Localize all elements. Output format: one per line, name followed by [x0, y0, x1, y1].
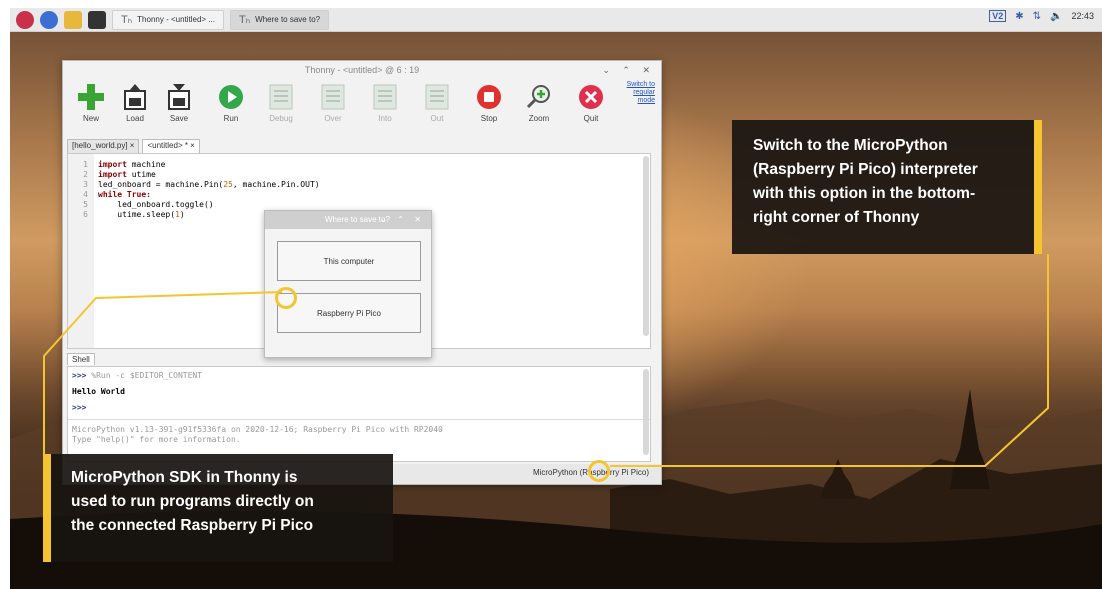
- thonny-icon: Tₕ: [239, 14, 251, 26]
- highlight-ring-pico-option: [275, 287, 297, 309]
- dialog-controls[interactable]: ⌄ ⌃ ✕: [380, 211, 425, 229]
- this-computer-button[interactable]: This computer: [277, 241, 421, 281]
- code-line: 2 import utime: [83, 170, 156, 179]
- raspberry-pi-pico-button[interactable]: Raspberry Pi Pico: [277, 293, 421, 333]
- dialog-title-bar: Where to save to? ⌄ ⌃ ✕: [265, 211, 431, 229]
- thonny-icon: Tₕ: [121, 14, 133, 26]
- taskbar-item-save-dialog[interactable]: Tₕ Where to save to?: [230, 9, 330, 30]
- tab-shell[interactable]: Shell: [67, 353, 95, 365]
- window-title: Thonny - <untitled> @ 6 : 19: [304, 65, 420, 75]
- code-line: 4 while True:: [83, 190, 151, 199]
- code-line: 1 import machine: [83, 160, 166, 169]
- step-out-icon: [423, 83, 451, 111]
- shell-prompt: >>>: [72, 403, 87, 412]
- switch-mode-link[interactable]: Switch to regular mode: [615, 81, 655, 105]
- stop-button[interactable]: Stop: [467, 83, 511, 123]
- shell-banner-line: MicroPython v1.13-391-g91f5336fa on 2020…: [72, 425, 443, 434]
- zoom-icon: [525, 83, 553, 111]
- editor-scrollbar[interactable]: [643, 156, 649, 336]
- step-into-button[interactable]: Into: [363, 83, 407, 123]
- step-into-icon: [371, 83, 399, 111]
- vnc-icon[interactable]: V2: [989, 10, 1007, 22]
- load-file-icon: [121, 83, 149, 111]
- terminal-icon[interactable]: [88, 10, 106, 29]
- taskbar-item-label: Where to save to?: [255, 15, 321, 24]
- code-line: 3 led_onboard = machine.Pin(25, machine.P…: [83, 180, 320, 189]
- stop-icon: [475, 83, 503, 111]
- raspberry-menu-icon[interactable]: [16, 10, 34, 29]
- save-file-icon: [165, 83, 193, 111]
- shell-scrollbar[interactable]: [643, 369, 649, 455]
- code-line: 5 led_onboard.toggle(): [83, 200, 214, 209]
- step-over-icon: [319, 83, 347, 111]
- window-title-bar: Thonny - <untitled> @ 6 : 19 ⌄ ⌃ ✕: [63, 61, 661, 79]
- play-icon: [217, 83, 245, 111]
- shell-output: Hello World: [72, 387, 125, 396]
- toolbar: New Load Save Run Debug Over Into Out St…: [63, 79, 661, 139]
- tab-hello-world[interactable]: [hello_world.py] ×: [67, 139, 140, 153]
- step-out-button[interactable]: Out: [415, 83, 459, 123]
- editor-tabs: [hello_world.py] × <untitled> * ×: [67, 139, 200, 153]
- web-browser-icon[interactable]: [40, 10, 58, 29]
- shell-banner-line: Type "help()" for more information.: [72, 435, 241, 444]
- taskbar-item-thonny[interactable]: Tₕ Thonny - <untitled> ...: [112, 9, 224, 30]
- save-button[interactable]: Save: [157, 83, 201, 123]
- quit-button[interactable]: Quit: [569, 83, 613, 123]
- step-over-button[interactable]: Over: [311, 83, 355, 123]
- bluetooth-icon[interactable]: ✱: [1015, 11, 1023, 22]
- file-manager-icon[interactable]: [64, 10, 82, 29]
- load-button[interactable]: Load: [113, 83, 157, 123]
- callout-text: MicroPython SDK in Thonny is used to run…: [71, 469, 314, 534]
- callout-accent-bar: [1034, 120, 1042, 254]
- window-controls[interactable]: ⌄ ⌃ ✕: [602, 61, 655, 79]
- volume-icon[interactable]: 🔈: [1050, 11, 1062, 22]
- quit-icon: [577, 83, 605, 111]
- callout-accent-bar: [43, 454, 51, 562]
- callout-micropython-sdk: MicroPython SDK in Thonny is used to run…: [43, 454, 393, 562]
- run-button[interactable]: Run: [209, 83, 253, 123]
- shell-divider: [68, 419, 650, 420]
- shell-run-line: >>> %Run -c $EDITOR_CONTENT: [72, 371, 203, 380]
- save-location-dialog: Where to save to? ⌄ ⌃ ✕ This computer Ra…: [264, 210, 432, 358]
- system-tray: V2 ✱ ⇅ 🔈 22:43: [989, 10, 1094, 22]
- plus-icon: [77, 83, 105, 111]
- tab-untitled[interactable]: <untitled> * ×: [142, 139, 200, 153]
- callout-interpreter: Switch to the MicroPython (Raspberry Pi …: [732, 120, 1034, 254]
- network-icon[interactable]: ⇅: [1033, 11, 1041, 22]
- callout-text: Switch to the MicroPython (Raspberry Pi …: [753, 137, 978, 226]
- zoom-button[interactable]: Zoom: [517, 83, 561, 123]
- shell-panel[interactable]: >>> %Run -c $EDITOR_CONTENT Hello World …: [67, 366, 651, 462]
- highlight-ring-interpreter: [588, 460, 610, 482]
- desktop: Tₕ Thonny - <untitled> ... Tₕ Where to s…: [10, 8, 1102, 589]
- taskbar-item-label: Thonny - <untitled> ...: [137, 15, 215, 24]
- debug-icon: [267, 83, 295, 111]
- clock: 22:43: [1071, 11, 1094, 21]
- taskbar: Tₕ Thonny - <untitled> ... Tₕ Where to s…: [10, 8, 1102, 32]
- new-button[interactable]: New: [69, 83, 113, 123]
- debug-button[interactable]: Debug: [259, 83, 303, 123]
